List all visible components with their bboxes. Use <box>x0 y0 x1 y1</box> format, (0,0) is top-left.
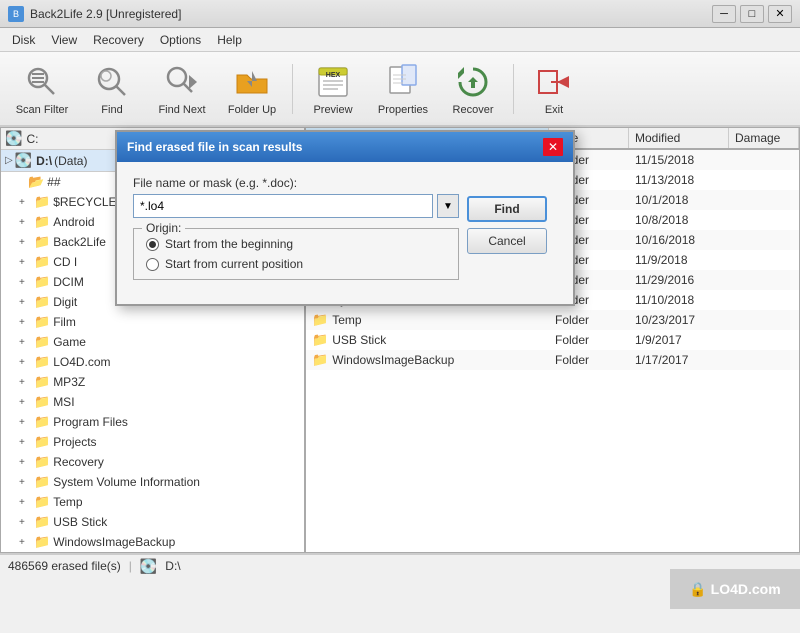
find-dialog: Find erased file in scan results ✕ File … <box>115 130 575 306</box>
dialog-close-button[interactable]: ✕ <box>543 138 563 156</box>
radio-beginning-label: Start from the beginning <box>165 237 293 251</box>
dialog-origin-label: Origin: <box>142 221 185 235</box>
dialog-body: File name or mask (e.g. *.doc): ▼ Origin… <box>117 162 573 304</box>
radio-current-row: Start from current position <box>146 257 446 271</box>
radio-current[interactable] <box>146 258 159 271</box>
dialog-cancel-button[interactable]: Cancel <box>467 228 547 254</box>
dialog-filename-label: File name or mask (e.g. *.doc): <box>133 176 459 190</box>
dialog-filename-row: File name or mask (e.g. *.doc): ▼ <box>133 176 459 218</box>
dialog-origin-group: Origin: Start from the beginning Start f… <box>133 228 459 280</box>
dialog-find-button[interactable]: Find <box>467 196 547 222</box>
dialog-title-bar: Find erased file in scan results ✕ <box>117 132 573 162</box>
dialog-main-row: File name or mask (e.g. *.doc): ▼ Origin… <box>133 176 557 290</box>
radio-beginning-row: Start from the beginning <box>146 237 446 251</box>
dialog-overlay: Find erased file in scan results ✕ File … <box>0 0 800 633</box>
dialog-dropdown-button[interactable]: ▼ <box>437 194 459 218</box>
dialog-input-row: ▼ <box>133 194 459 218</box>
radio-current-label: Start from current position <box>165 257 303 271</box>
dialog-title: Find erased file in scan results <box>127 140 302 154</box>
radio-beginning[interactable] <box>146 238 159 251</box>
dialog-filename-input[interactable] <box>133 194 433 218</box>
dialog-buttons-area: Find Cancel <box>467 176 557 290</box>
dialog-inputs-area: File name or mask (e.g. *.doc): ▼ Origin… <box>133 176 459 290</box>
